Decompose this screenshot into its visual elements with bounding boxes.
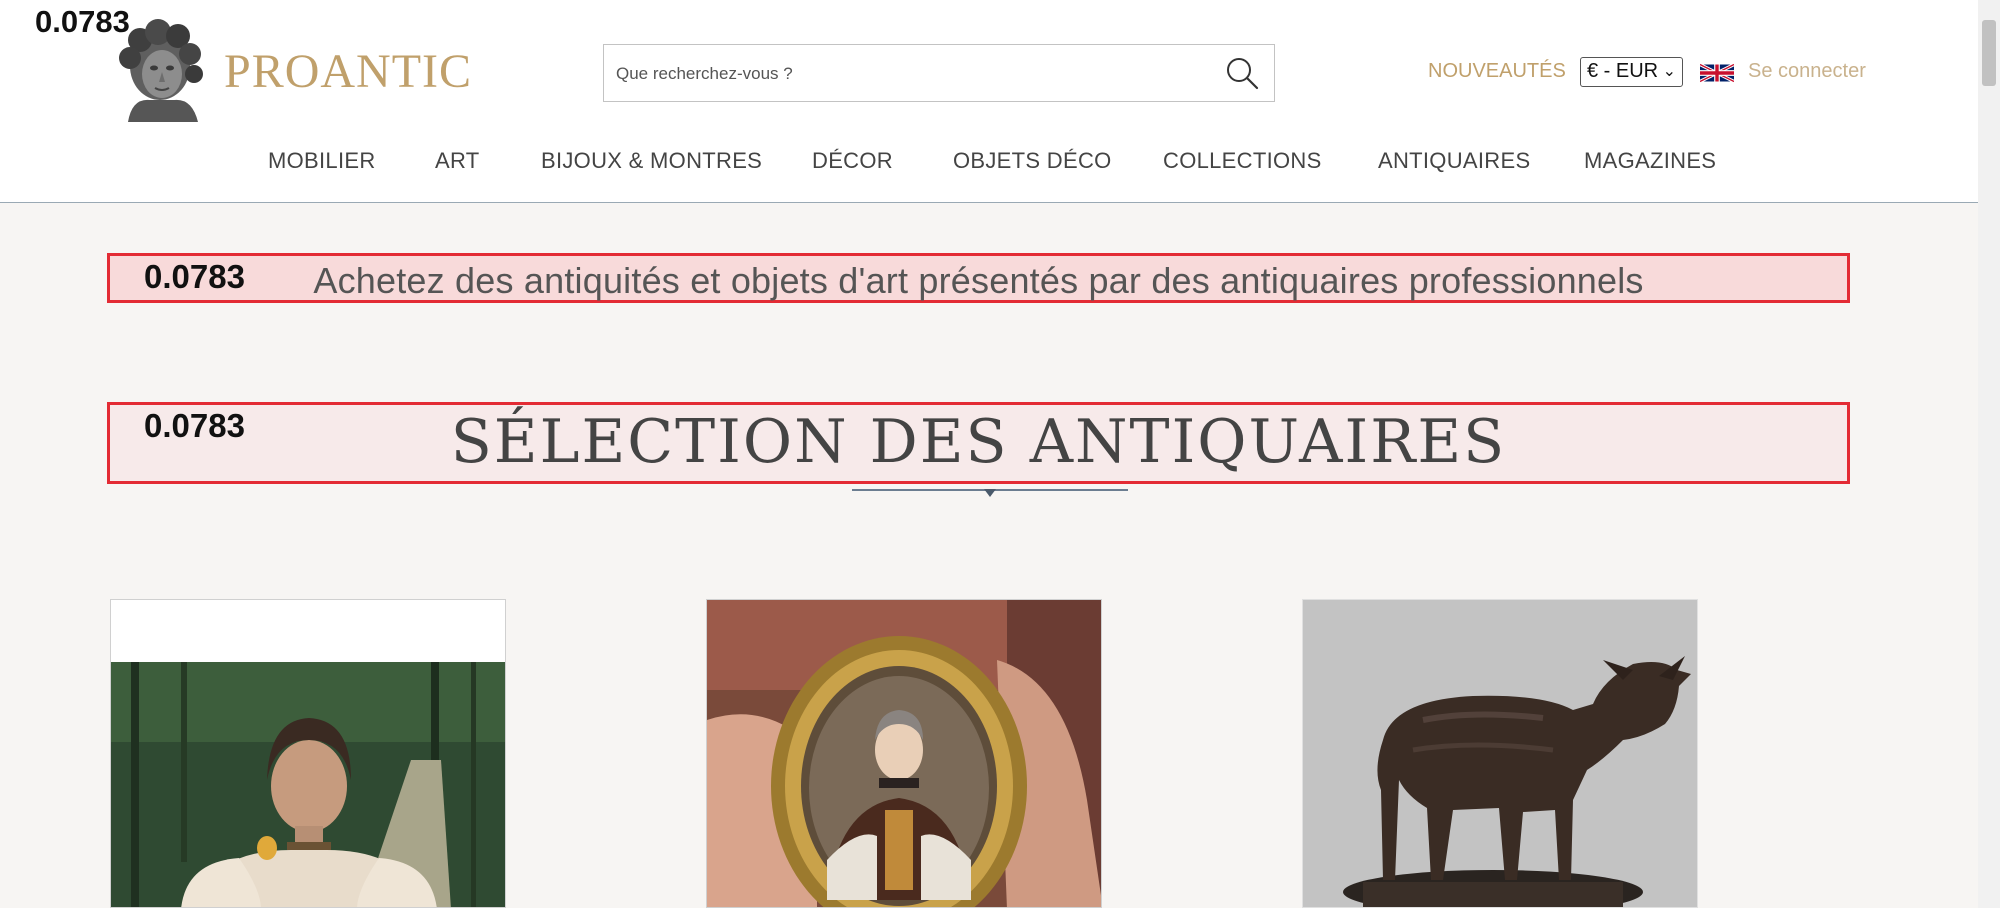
nav-item-objets-deco[interactable]: OBJETS DÉCO <box>953 148 1112 174</box>
currency-select[interactable]: € - EUR ⌄ <box>1580 57 1683 87</box>
section-title-banner: 0.0783 SÉLECTION DES ANTIQUAIRES <box>107 402 1850 484</box>
login-link[interactable]: Se connecter <box>1748 60 1866 83</box>
search-icon[interactable] <box>1224 55 1260 91</box>
uk-flag-icon[interactable] <box>1700 60 1734 86</box>
nav-item-bijoux-montres[interactable]: BIJOUX & MONTRES <box>541 148 762 174</box>
new-arrivals-link[interactable]: NOUVEAUTÉS <box>1428 60 1566 83</box>
nav-item-mobilier[interactable]: MOBILIER <box>268 148 376 174</box>
brand-name[interactable]: PROANTIC <box>224 44 472 99</box>
divider-arrow-icon <box>984 489 996 497</box>
nav-item-magazines[interactable]: MAGAZINES <box>1584 148 1716 174</box>
product-card[interactable] <box>110 599 506 908</box>
nav-item-art[interactable]: ART <box>435 148 480 174</box>
search-input[interactable] <box>614 45 1198 103</box>
nav-item-collections[interactable]: COLLECTIONS <box>1163 148 1322 174</box>
search-bar <box>603 44 1275 103</box>
page-scrollbar[interactable] <box>1978 0 2000 908</box>
currency-value: € - EUR <box>1587 60 1659 82</box>
product-card[interactable] <box>1302 599 1698 908</box>
nav-item-decor[interactable]: DÉCOR <box>812 148 893 174</box>
tagline-banner: 0.0783 Achetez des antiquités et objets … <box>107 253 1850 303</box>
score-label: 0.0783 <box>35 4 130 39</box>
scrollbar-thumb[interactable] <box>1982 20 1996 86</box>
tagline-text: Achetez des antiquités et objets d'art p… <box>313 260 1644 301</box>
nav-item-antiquaires[interactable]: ANTIQUAIRES <box>1378 148 1530 174</box>
chevron-down-icon: ⌄ <box>1662 63 1676 80</box>
miniature-portrait-image <box>707 600 1101 907</box>
section-title: SÉLECTION DES ANTIQUAIRES <box>450 407 1507 477</box>
bronze-lamb-sculpture-image <box>1303 600 1697 907</box>
site-header: 0.0783 PROANTIC NOUVEAUTÉS € - EUR ⌄ Se … <box>0 0 1978 203</box>
main-nav: MOBILIER ART BIJOUX & MONTRES DÉCOR OBJE… <box>0 148 1978 178</box>
portrait-painting-image <box>111 600 505 907</box>
product-card[interactable] <box>706 599 1102 908</box>
